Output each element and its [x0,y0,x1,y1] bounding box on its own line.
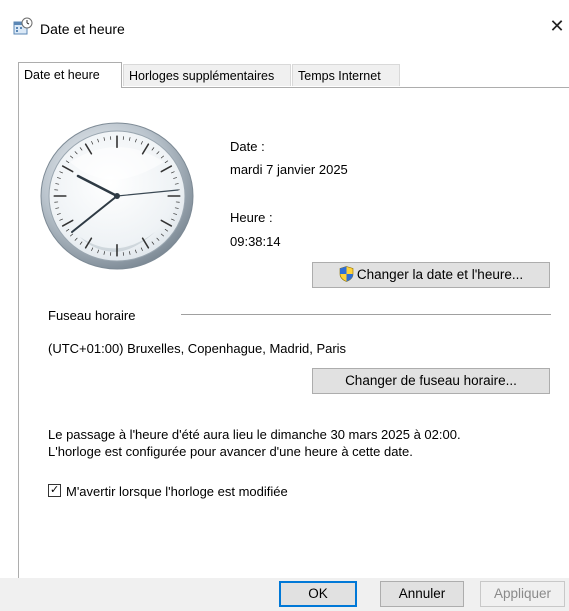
tab-additional-clocks[interactable]: Horloges supplémentaires [123,64,291,86]
time-label: Heure : [230,210,273,225]
uac-shield-icon [339,266,354,283]
change-date-time-button[interactable]: Changer la date et l'heure... [312,262,550,288]
date-time-icon [13,17,33,35]
close-icon: ✕ [549,16,565,36]
change-timezone-label: Changer de fuseau horaire... [345,373,517,388]
analog-clock [40,122,194,270]
timezone-section-label: Fuseau horaire [48,308,136,323]
date-value: mardi 7 janvier 2025 [230,162,348,177]
tab-label: Horloges supplémentaires [129,69,275,83]
checkmark-icon: ✓ [50,484,60,496]
close-button[interactable]: ✕ [545,12,569,42]
notify-checkbox[interactable]: ✓ [48,484,61,497]
tab-label: Date et heure [24,68,100,82]
tab-internet-time[interactable]: Temps Internet [292,64,400,86]
change-timezone-button[interactable]: Changer de fuseau horaire... [312,368,550,394]
ok-button[interactable]: OK [279,581,357,607]
title-bar: Date et heure ✕ [0,0,569,44]
time-value: 09:38:14 [230,234,281,249]
dst-info-line2: L'horloge est configurée pour avancer d'… [48,444,413,459]
timezone-value: (UTC+01:00) Bruxelles, Copenhague, Madri… [48,341,347,356]
dst-info-line1: Le passage à l'heure d'été aura lieu le … [48,427,461,442]
cancel-label: Annuler [398,586,446,601]
window-title: Date et heure [40,21,125,37]
apply-button[interactable]: Appliquer [480,581,565,607]
date-label: Date : [230,139,265,154]
tab-label: Temps Internet [298,69,381,83]
tab-date-time[interactable]: Date et heure [18,62,122,88]
change-date-time-label: Changer la date et l'heure... [356,267,524,282]
ok-label: OK [308,586,328,601]
notify-checkbox-label[interactable]: M'avertir lorsque l'horloge est modifiée [66,484,288,499]
section-divider [181,314,551,315]
apply-label: Appliquer [493,586,552,601]
cancel-button[interactable]: Annuler [380,581,464,607]
